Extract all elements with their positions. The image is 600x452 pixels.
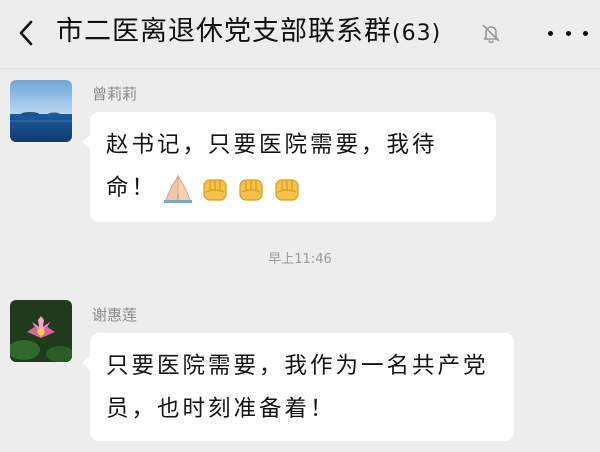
more-button[interactable] [548, 18, 588, 48]
message-timestamp: 早上11:46 [268, 252, 332, 267]
raised-fist-icon [275, 178, 299, 201]
back-button[interactable] [12, 18, 40, 48]
sender-name: 谢惠莲 [92, 306, 138, 324]
group-name: 市二医离退休党支部联系群 [56, 16, 392, 47]
message-bubble[interactable]: 赵书记，只要医院需要，我待命！ [82, 112, 496, 222]
emoji-group [161, 173, 303, 204]
raised-fist-icon [239, 178, 263, 201]
more-dot [548, 30, 553, 36]
more-dot [565, 30, 571, 36]
more-dot [583, 30, 588, 36]
sender-name: 曾莉莉 [92, 85, 138, 103]
chevron-left-icon [19, 20, 33, 46]
sea-horizon-photo [10, 80, 72, 142]
message-text: 只要医院需要，我作为一名共产党员，也时刻准备着！ [106, 353, 489, 422]
raised-fist-icon [203, 178, 227, 201]
member-count: (63) [392, 21, 442, 46]
avatar[interactable] [10, 300, 72, 362]
message-bubble[interactable]: 只要医院需要，我作为一名共产党员，也时刻准备着！ [82, 333, 514, 441]
chat-header: 市二医离退休党支部联系群(63) [0, 0, 600, 69]
bell-muted-icon [482, 24, 500, 44]
avatar[interactable] [10, 80, 72, 142]
chat-title: 市二医离退休党支部联系群(63) [56, 12, 441, 54]
lotus-flower-photo [10, 300, 72, 362]
folded-hands-icon [164, 173, 193, 203]
